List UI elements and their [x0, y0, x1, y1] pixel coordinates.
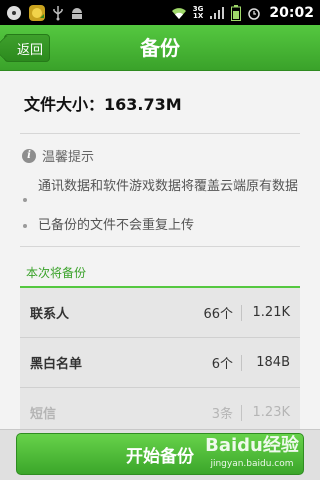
- network-3g-icon: 3G 1X: [192, 5, 204, 20]
- item-size: 1.21K: [252, 305, 290, 320]
- item-count: 66个: [203, 307, 233, 322]
- tip-item: 已备份的文件不会重复上传: [23, 216, 300, 235]
- backup-content[interactable]: 文件大小：163.73M i 温馨提示 通讯数据和软件游戏数据将覆盖云端原有数据…: [0, 71, 320, 429]
- column-separator: [241, 404, 242, 421]
- list-item[interactable]: 黑白名单 6个 184B: [20, 338, 300, 388]
- title-bar: 返回 备份: [0, 25, 320, 71]
- watermark: Baidu经验 jingyan.baidu.com: [192, 429, 312, 477]
- watermark-url: jingyan.baidu.com: [210, 459, 294, 469]
- alarm-icon: [247, 6, 261, 20]
- start-backup-label: 开始备份: [126, 446, 194, 467]
- tip-item: 通讯数据和软件游戏数据将覆盖云端原有数据: [23, 179, 299, 202]
- item-name: 短信: [30, 407, 57, 422]
- item-name: 联系人: [30, 307, 70, 322]
- list-item[interactable]: 短信 3条 1.23K: [20, 388, 300, 429]
- usb-icon: [52, 5, 64, 21]
- divider: [20, 246, 300, 247]
- watermark-logo: Baidu经验: [205, 435, 299, 456]
- divider: [20, 133, 300, 134]
- signal-icon: [209, 6, 225, 20]
- android-debug-icon: [70, 6, 84, 20]
- wifi-icon: [171, 6, 187, 20]
- item-count: 6个: [211, 357, 233, 372]
- system-status-area: 3G 1X 20:02: [171, 4, 314, 21]
- clock-time: 20:02: [269, 4, 314, 21]
- notification-area: [6, 4, 84, 22]
- item-name: 黑白名单: [30, 357, 83, 372]
- tips-title: 温馨提示: [42, 150, 95, 165]
- column-separator: [241, 304, 242, 321]
- back-button-label: 返回: [16, 42, 43, 58]
- battery-icon: [231, 4, 242, 21]
- back-button[interactable]: 返回: [4, 34, 50, 62]
- status-bar: 3G 1X 20:02: [0, 0, 320, 25]
- info-icon: i: [22, 148, 36, 163]
- section-title: 本次将备份: [26, 266, 87, 280]
- tips-header: i 温馨提示: [22, 146, 94, 165]
- list-item[interactable]: 联系人 66个 1.21K: [20, 288, 300, 338]
- app-notification-icon: [28, 4, 46, 22]
- column-separator: [241, 354, 242, 371]
- backup-list: 联系人 66个 1.21K 黑白名单 6个 184B 短信 3条 1.23K: [20, 288, 300, 429]
- disc-icon: [6, 5, 22, 21]
- file-size-label: 文件大小：163.73M: [24, 95, 182, 114]
- item-size: 1.23K: [252, 405, 290, 420]
- network-1x-label: 1X: [192, 11, 204, 20]
- item-size: 184B: [256, 355, 290, 370]
- item-count: 3条: [211, 407, 233, 422]
